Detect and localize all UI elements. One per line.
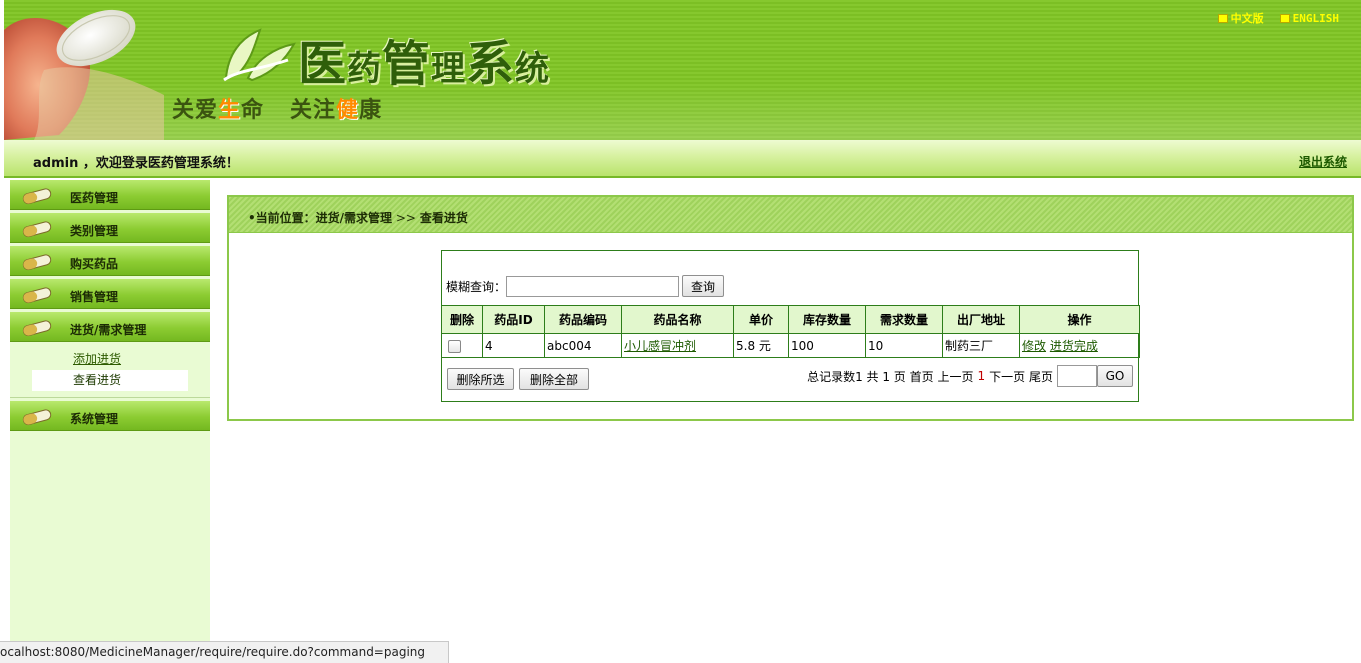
delete-selected-button[interactable]: 删除所选	[447, 368, 514, 390]
data-box: 模糊查询： 查询 删除 药品ID 药品编码 药品名称 单价 库存数量 需求数量 …	[441, 250, 1140, 402]
main-panel: •当前位置：进货/需求管理 >> 查看进货 模糊查询： 查询 删除 药品ID 药…	[227, 195, 1354, 421]
cell-name: 小儿感冒冲剂	[621, 333, 734, 358]
cell-id: 4	[482, 333, 545, 358]
slogan-part: 康	[359, 97, 383, 123]
pager-last[interactable]: 尾页	[1029, 368, 1053, 385]
sidebar: 医药管理 类别管理 购买药品 销售管理 进货/需求管理 添加进货 查看进货 系统…	[10, 180, 210, 663]
sidebar-menu-sales[interactable]: 销售管理	[10, 279, 210, 309]
lang-label: 中文版	[1230, 12, 1264, 25]
pager: 总记录数1 共 1 页 首页 上一页 1 下一页 尾页 GO	[807, 365, 1133, 387]
breadcrumb-current: 查看进货	[419, 211, 468, 225]
header-banner: 医药管理系统 关爱生命 关注健康 中文版 ENGLISH	[0, 0, 1361, 140]
pager-next[interactable]: 下一页	[989, 368, 1025, 385]
pager-first[interactable]: 首页	[910, 368, 934, 385]
drug-name-link[interactable]: 小儿感冒冲剂	[624, 339, 696, 353]
breadcrumb-prefix: •当前位置：	[248, 211, 316, 225]
sidebar-item-add-stock[interactable]: 添加进货	[32, 349, 188, 370]
sidebar-menu-label: 购买药品	[70, 257, 119, 271]
cell-code: abc004	[544, 333, 622, 358]
pager-total: 总记录数1	[807, 369, 863, 384]
welcome-message: admin ，欢迎登录医药管理系统！	[33, 156, 239, 171]
row-checkbox-cell	[441, 333, 483, 358]
title-char: 系	[466, 36, 516, 92]
delete-all-button[interactable]: 删除全部	[519, 368, 589, 390]
sidebar-item-view-stock[interactable]: 查看进货	[32, 370, 188, 391]
square-bullet-icon	[1217, 13, 1228, 23]
edit-link[interactable]: 修改	[1022, 339, 1046, 353]
cell-price: 5.8 元	[733, 333, 789, 358]
sidebar-menu-purchase[interactable]: 购买药品	[10, 246, 210, 276]
column-header: 需求数量	[865, 305, 943, 334]
breadcrumb-separator: >>	[392, 211, 420, 225]
sidebar-menu-system[interactable]: 系统管理	[10, 401, 210, 431]
pager-pages: 共 1 页	[866, 369, 906, 384]
submenu-stock-demand: 添加进货 查看进货	[10, 345, 210, 398]
search-label: 模糊查询：	[446, 279, 507, 294]
sidebar-menu-medicine[interactable]: 医药管理	[10, 180, 210, 210]
sidebar-menu-stock-demand[interactable]: 进货/需求管理	[10, 312, 210, 342]
slogan: 关爱生命 关注健康	[172, 92, 382, 124]
cell-actions: 修改 进货完成	[1019, 333, 1140, 358]
column-header: 药品ID	[482, 305, 545, 334]
leaf-logo-icon	[223, 28, 296, 82]
search-row: 模糊查询： 查询	[442, 251, 1138, 305]
language-switcher: 中文版 ENGLISH	[1217, 10, 1339, 26]
sidebar-menu-label: 销售管理	[70, 290, 119, 304]
breadcrumb-section: 进货/需求管理	[315, 211, 393, 225]
cell-factory: 制药三厂	[942, 333, 1020, 358]
table-row: 4 abc004 小儿感冒冲剂 5.8 元 100 10 制药三厂 修改 进货完…	[441, 333, 1140, 358]
search-input[interactable]	[506, 275, 680, 297]
title-char: 管	[382, 36, 432, 92]
title-char: 统	[515, 49, 551, 89]
sidebar-menu-category[interactable]: 类别管理	[10, 213, 210, 243]
go-button[interactable]: GO	[1097, 365, 1133, 387]
drug-table: 删除 药品ID 药品编码 药品名称 单价 库存数量 需求数量 出厂地址 操作 4…	[441, 305, 1140, 358]
slogan-highlight: 生	[218, 97, 242, 123]
pill-capsule-icon	[22, 254, 52, 271]
breadcrumb: •当前位置：进货/需求管理 >> 查看进货	[229, 197, 1352, 233]
pill-capsule-icon	[22, 287, 52, 304]
cell-stock: 100	[788, 333, 866, 358]
column-header: 库存数量	[788, 305, 866, 334]
title-char: 理	[431, 49, 467, 89]
column-header: 药品编码	[544, 305, 622, 334]
column-header: 药品名称	[621, 305, 734, 334]
pill-capsule-icon	[22, 409, 52, 426]
square-bullet-icon	[1279, 13, 1290, 23]
sidebar-menu-label: 系统管理	[70, 412, 119, 426]
sidebar-menu-label: 医药管理	[70, 191, 119, 205]
page-number-input[interactable]	[1057, 365, 1097, 387]
lang-link-chinese[interactable]: 中文版	[1217, 10, 1264, 26]
table-footer: 删除所选 删除全部 总记录数1 共 1 页 首页 上一页 1 下一页 尾页 GO	[442, 358, 1138, 402]
lang-link-english[interactable]: ENGLISH	[1279, 10, 1339, 26]
cell-demand: 10	[865, 333, 943, 358]
column-header: 单价	[733, 305, 789, 334]
title-char: 医	[298, 36, 348, 92]
slogan-highlight: 健	[336, 97, 360, 123]
sidebar-menu-label: 进货/需求管理	[70, 323, 147, 337]
column-header: 删除	[441, 305, 483, 334]
pill-capsule-icon	[22, 320, 52, 337]
slogan-part: 关爱	[172, 97, 219, 123]
slogan-part: 关注	[290, 97, 337, 123]
title-char: 药	[347, 49, 383, 89]
pager-current: 1	[977, 369, 986, 383]
pill-hand-illustration	[4, 9, 164, 140]
sidebar-menu-label: 类别管理	[70, 224, 119, 238]
pill-capsule-icon	[22, 221, 52, 238]
browser-status-bar: ocalhost:8080/MedicineManager/require/re…	[0, 641, 449, 663]
pager-prev[interactable]: 上一页	[937, 368, 973, 385]
lang-label: ENGLISH	[1292, 11, 1339, 25]
logout-link[interactable]: 退出系统	[1299, 153, 1347, 170]
row-checkbox[interactable]	[448, 339, 461, 353]
column-header: 操作	[1019, 305, 1140, 334]
pill-capsule-icon	[22, 188, 52, 205]
complete-stock-link[interactable]: 进货完成	[1050, 339, 1098, 353]
slogan-part: 命	[241, 97, 265, 123]
system-title: 医药管理系统	[298, 24, 550, 94]
welcome-bar: admin ，欢迎登录医药管理系统！ 退出系统	[4, 140, 1361, 178]
search-button[interactable]: 查询	[682, 275, 725, 297]
column-header: 出厂地址	[942, 305, 1020, 334]
table-header-row: 删除 药品ID 药品编码 药品名称 单价 库存数量 需求数量 出厂地址 操作	[441, 305, 1140, 334]
